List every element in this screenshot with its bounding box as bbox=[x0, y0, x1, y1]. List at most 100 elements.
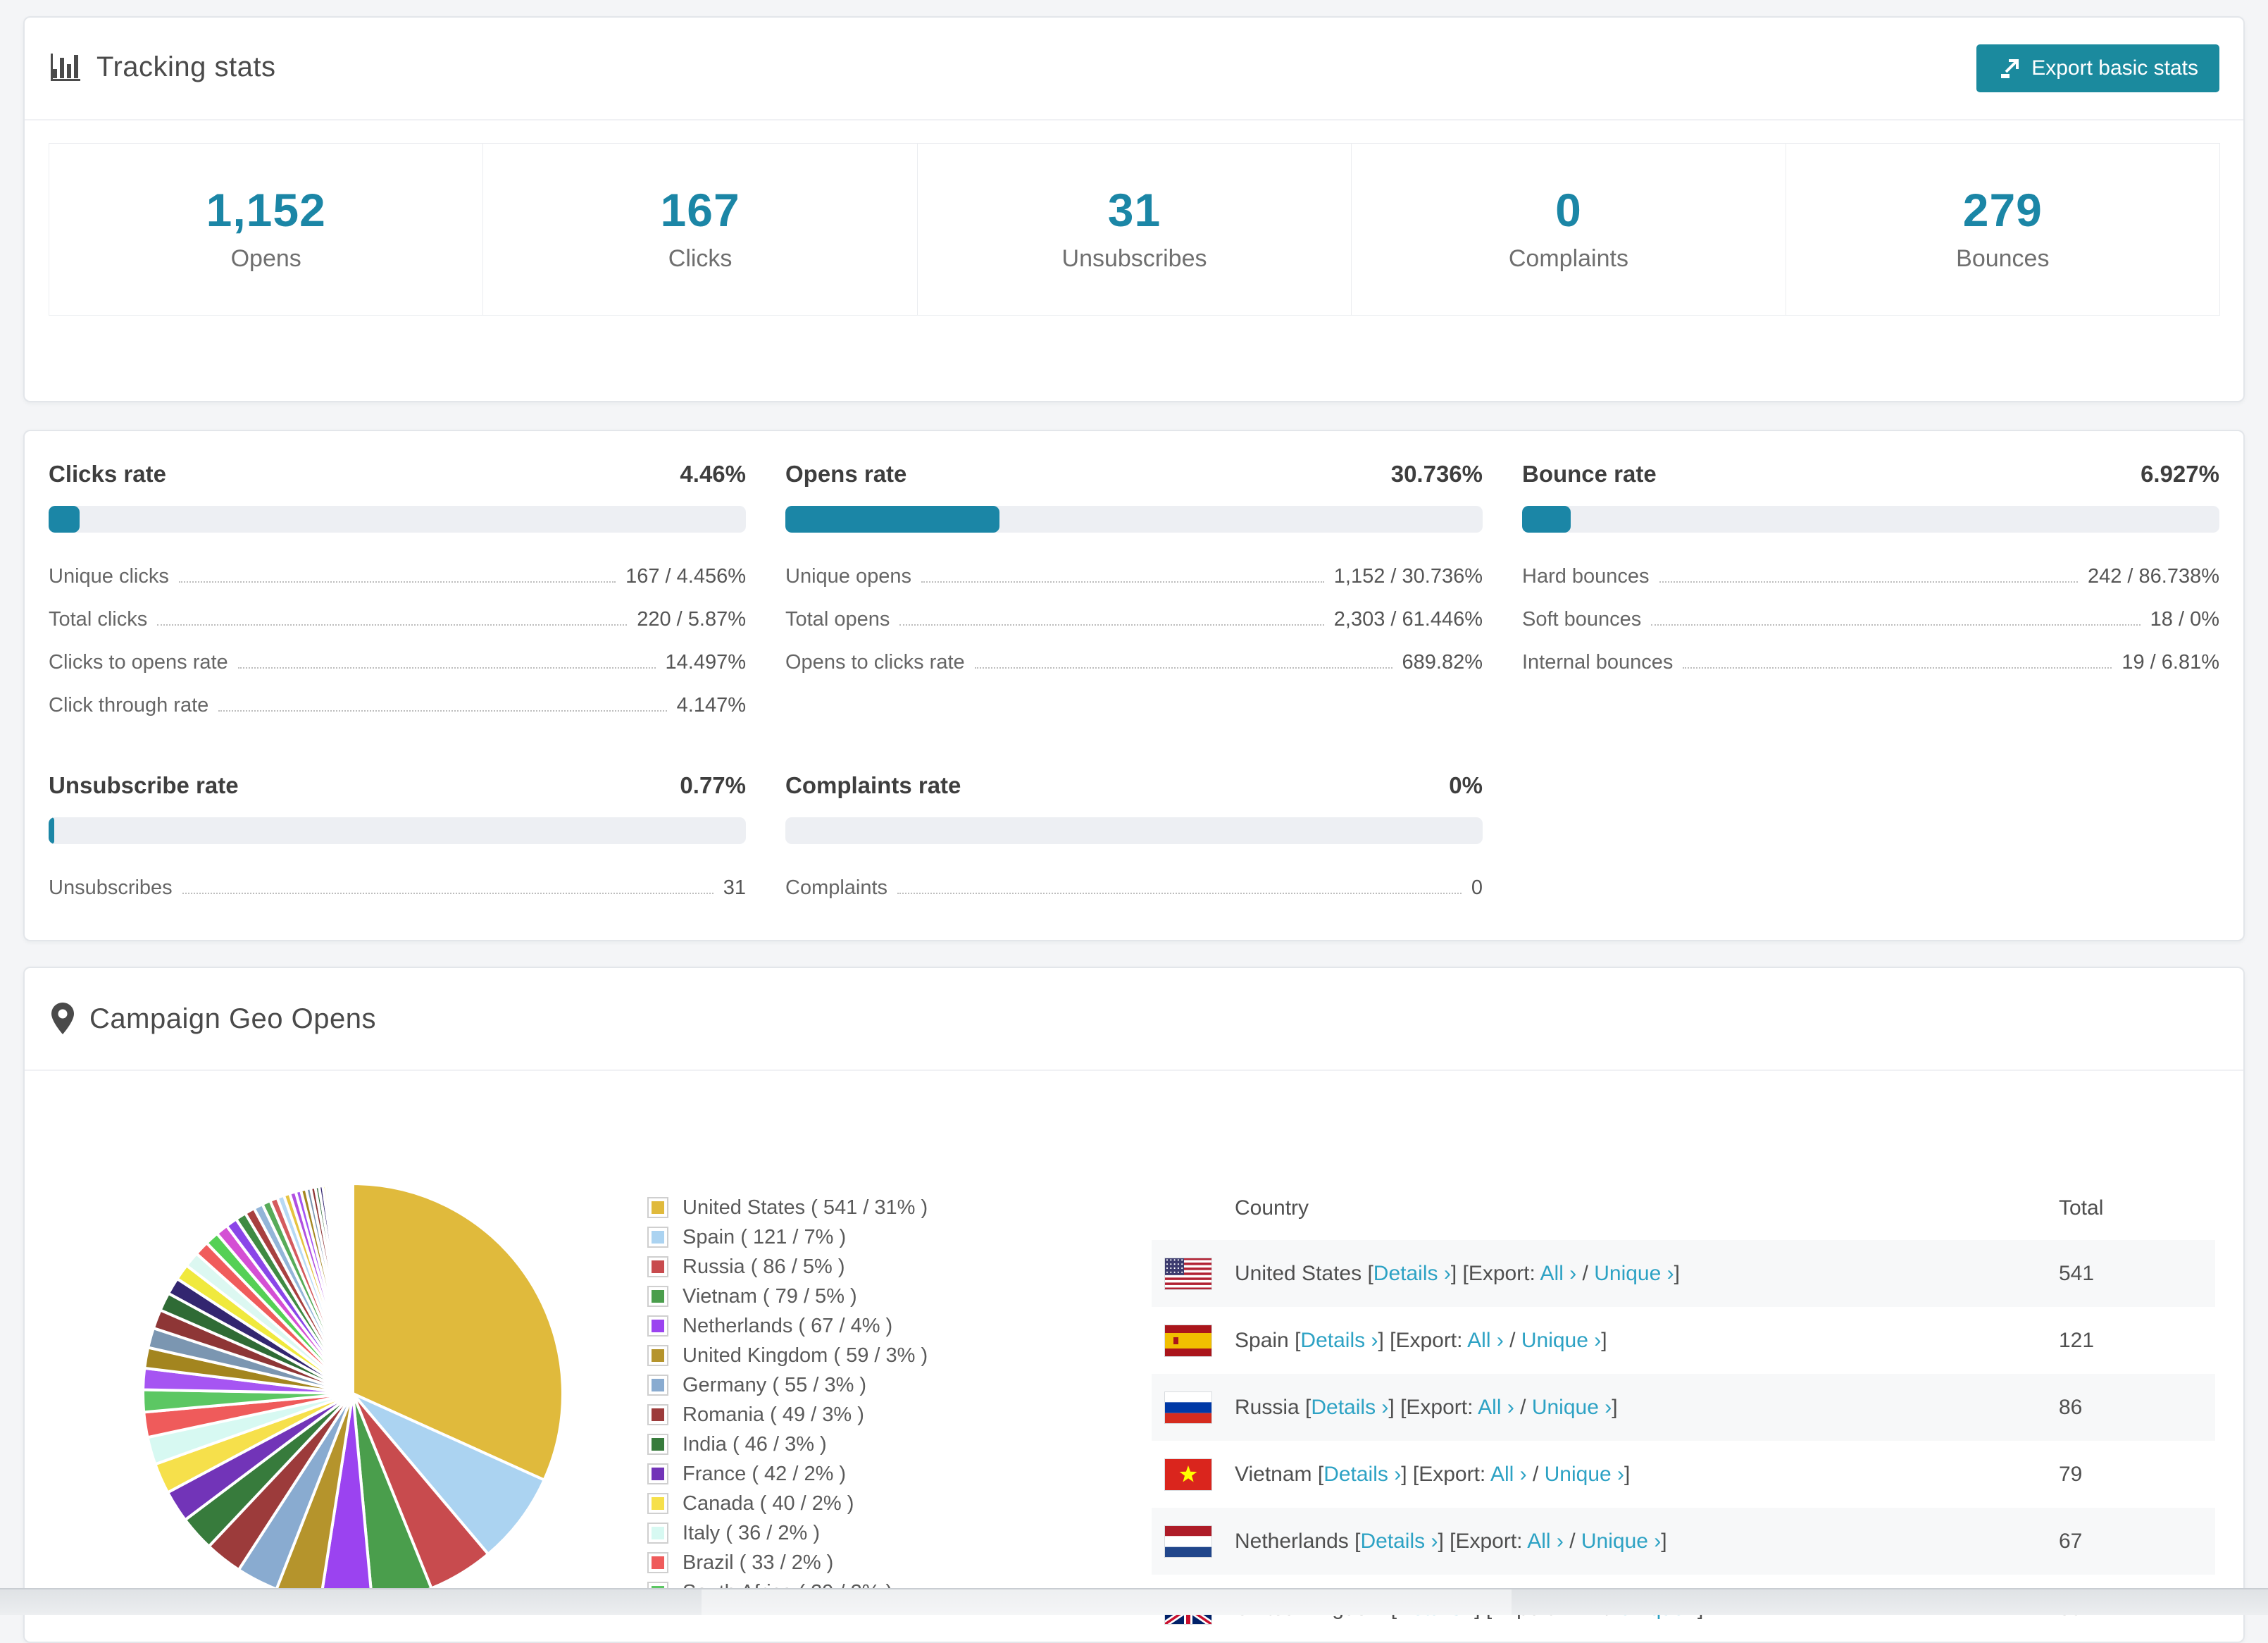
dotted-leader bbox=[899, 624, 1323, 626]
flag-nl-icon bbox=[1164, 1525, 1212, 1558]
progress-bar bbox=[785, 506, 1483, 533]
row-total: 86 bbox=[2059, 1396, 2215, 1420]
progress-fill bbox=[49, 506, 80, 533]
details-link[interactable]: Details › bbox=[1300, 1329, 1378, 1352]
legend-label: Spain ( 121 / 7% ) bbox=[683, 1226, 846, 1249]
metric-value: 689.82% bbox=[1402, 651, 1483, 674]
country-name: Spain bbox=[1235, 1329, 1289, 1352]
geo-pie-chart[interactable] bbox=[137, 1178, 568, 1609]
progress-fill bbox=[1522, 506, 1571, 533]
metric-row: Click through rate4.147% bbox=[49, 684, 746, 727]
legend-swatch bbox=[647, 1463, 668, 1484]
legend-item-vietnam: Vietnam ( 79 / 5% ) bbox=[647, 1284, 1140, 1309]
column-header-country: Country bbox=[1152, 1196, 2059, 1220]
table-row-netherlands: Netherlands [Details ›] [Export: All › /… bbox=[1152, 1508, 2215, 1575]
legend-swatch bbox=[647, 1345, 668, 1366]
legend-item-italy: Italy ( 36 / 2% ) bbox=[647, 1520, 1140, 1546]
rate-block-complaints-rate: Complaints rate0%Complaints0 bbox=[785, 772, 1483, 910]
legend-label: Germany ( 55 / 3% ) bbox=[683, 1374, 866, 1397]
legend-swatch bbox=[647, 1286, 668, 1307]
export-unique-link[interactable]: Unique › bbox=[1545, 1463, 1624, 1486]
export-all-link[interactable]: All › bbox=[1540, 1262, 1577, 1285]
details-link[interactable]: Details › bbox=[1323, 1463, 1401, 1486]
legend-item-brazil: Brazil ( 33 / 2% ) bbox=[647, 1550, 1140, 1575]
rate-title: Opens rate bbox=[785, 461, 906, 488]
row-total: 121 bbox=[2059, 1329, 2215, 1353]
rate-percent: 30.736% bbox=[1391, 461, 1483, 488]
metric-row: Opens to clicks rate689.82% bbox=[785, 641, 1483, 684]
tracking-stats-panel: Tracking stats Export basic stats 1,152 O… bbox=[23, 16, 2245, 402]
rate-header: Opens rate 30.736% bbox=[785, 461, 1483, 488]
export-unique-link[interactable]: Unique › bbox=[1594, 1262, 1674, 1285]
export-all-link[interactable]: All › bbox=[1478, 1396, 1514, 1419]
stat-label: Bounces bbox=[1786, 245, 2219, 273]
metric-row: Hard bounces242 / 86.738% bbox=[1522, 555, 2219, 598]
rate-title: Clicks rate bbox=[49, 461, 166, 488]
details-link[interactable]: Details › bbox=[1311, 1396, 1388, 1419]
pie-legend: United States ( 541 / 31% )Spain ( 121 /… bbox=[647, 1195, 1140, 1609]
stat-value: 167 bbox=[483, 183, 916, 237]
legend-label: Vietnam ( 79 / 5% ) bbox=[683, 1285, 857, 1308]
metric-value: 1,152 / 30.736% bbox=[1334, 565, 1483, 588]
rate-block-unsubscribe-rate: Unsubscribe rate0.77%Unsubscribes31 bbox=[49, 772, 746, 910]
export-all-link[interactable]: All › bbox=[1467, 1329, 1504, 1352]
legend-swatch bbox=[647, 1375, 668, 1396]
legend-label: France ( 42 / 2% ) bbox=[683, 1463, 846, 1486]
progress-fill bbox=[49, 817, 54, 844]
stat-card-opens: 1,152 Opens bbox=[49, 143, 483, 316]
row-total: 541 bbox=[2059, 1262, 2215, 1286]
column-header-total: Total bbox=[2059, 1196, 2215, 1220]
stat-label: Unsubscribes bbox=[918, 245, 1351, 273]
export-unique-link[interactable]: Unique › bbox=[1521, 1329, 1601, 1352]
legend-swatch bbox=[647, 1434, 668, 1455]
summary-stats-strip: 1,152Opens167Clicks31Unsubscribes0Compla… bbox=[49, 143, 2219, 316]
flag-vn-icon bbox=[1164, 1458, 1212, 1491]
metric-value: 167 / 4.456% bbox=[625, 565, 746, 588]
rate-title: Complaints rate bbox=[785, 772, 961, 799]
country-name: United States bbox=[1235, 1262, 1362, 1285]
flag-us-icon bbox=[1164, 1258, 1212, 1290]
pie-slice-other-48[interactable] bbox=[352, 1184, 353, 1394]
legend-swatch bbox=[647, 1227, 668, 1248]
legend-item-canada: Canada ( 40 / 2% ) bbox=[647, 1491, 1140, 1516]
metric-label: Total clicks bbox=[49, 608, 147, 631]
metric-label: Unique opens bbox=[785, 565, 911, 588]
geo-header: Campaign Geo Opens bbox=[25, 968, 2243, 1071]
export-all-link[interactable]: All › bbox=[1527, 1530, 1564, 1553]
rate-header: Complaints rate0% bbox=[785, 772, 1483, 799]
dotted-leader bbox=[182, 893, 714, 894]
dotted-leader bbox=[897, 893, 1462, 894]
legend-swatch bbox=[647, 1523, 668, 1544]
geo-opens-table: Country Total United States [Details ›] … bbox=[1152, 1177, 2215, 1642]
legend-swatch bbox=[647, 1404, 668, 1425]
stat-card-unsubscribes: 31 Unsubscribes bbox=[917, 143, 1352, 316]
table-row-vietnam: Vietnam [Details ›] [Export: All › / Uni… bbox=[1152, 1441, 2215, 1508]
stat-label: Opens bbox=[49, 245, 482, 273]
export-basic-stats-button[interactable]: Export basic stats bbox=[1976, 44, 2219, 92]
stat-label: Complaints bbox=[1352, 245, 1785, 273]
dotted-leader bbox=[921, 581, 1324, 583]
export-unique-link[interactable]: Unique › bbox=[1532, 1396, 1612, 1419]
legend-label: Italy ( 36 / 2% ) bbox=[683, 1522, 820, 1545]
details-link[interactable]: Details › bbox=[1373, 1262, 1451, 1285]
page-title: Tracking stats bbox=[96, 51, 275, 83]
progress-bar bbox=[49, 817, 746, 844]
rate-block-clicks-rate: Clicks rate4.46%Unique clicks167 / 4.456… bbox=[49, 461, 746, 727]
table-row-spain: Spain [Details ›] [Export: All › / Uniqu… bbox=[1152, 1307, 2215, 1374]
dotted-leader bbox=[179, 581, 616, 583]
bar-chart-icon bbox=[50, 52, 82, 83]
metric-row: Clicks to opens rate14.497% bbox=[49, 641, 746, 684]
legend-item-germany: Germany ( 55 / 3% ) bbox=[647, 1372, 1140, 1398]
rate-block-bounce-rate: Bounce rate6.927%Hard bounces242 / 86.73… bbox=[1522, 461, 2219, 727]
legend-item-romania: Romania ( 49 / 3% ) bbox=[647, 1402, 1140, 1427]
stat-value: 1,152 bbox=[49, 183, 482, 237]
metric-value: 19 / 6.81% bbox=[2121, 651, 2219, 674]
export-all-link[interactable]: All › bbox=[1490, 1463, 1527, 1486]
legend-item-india: India ( 46 / 3% ) bbox=[647, 1432, 1140, 1457]
stat-value: 31 bbox=[918, 183, 1351, 237]
legend-swatch bbox=[647, 1552, 668, 1573]
details-link[interactable]: Details › bbox=[1360, 1530, 1438, 1553]
metric-label: Click through rate bbox=[49, 694, 208, 717]
export-unique-link[interactable]: Unique › bbox=[1581, 1530, 1661, 1553]
legend-label: Russia ( 86 / 5% ) bbox=[683, 1256, 845, 1279]
